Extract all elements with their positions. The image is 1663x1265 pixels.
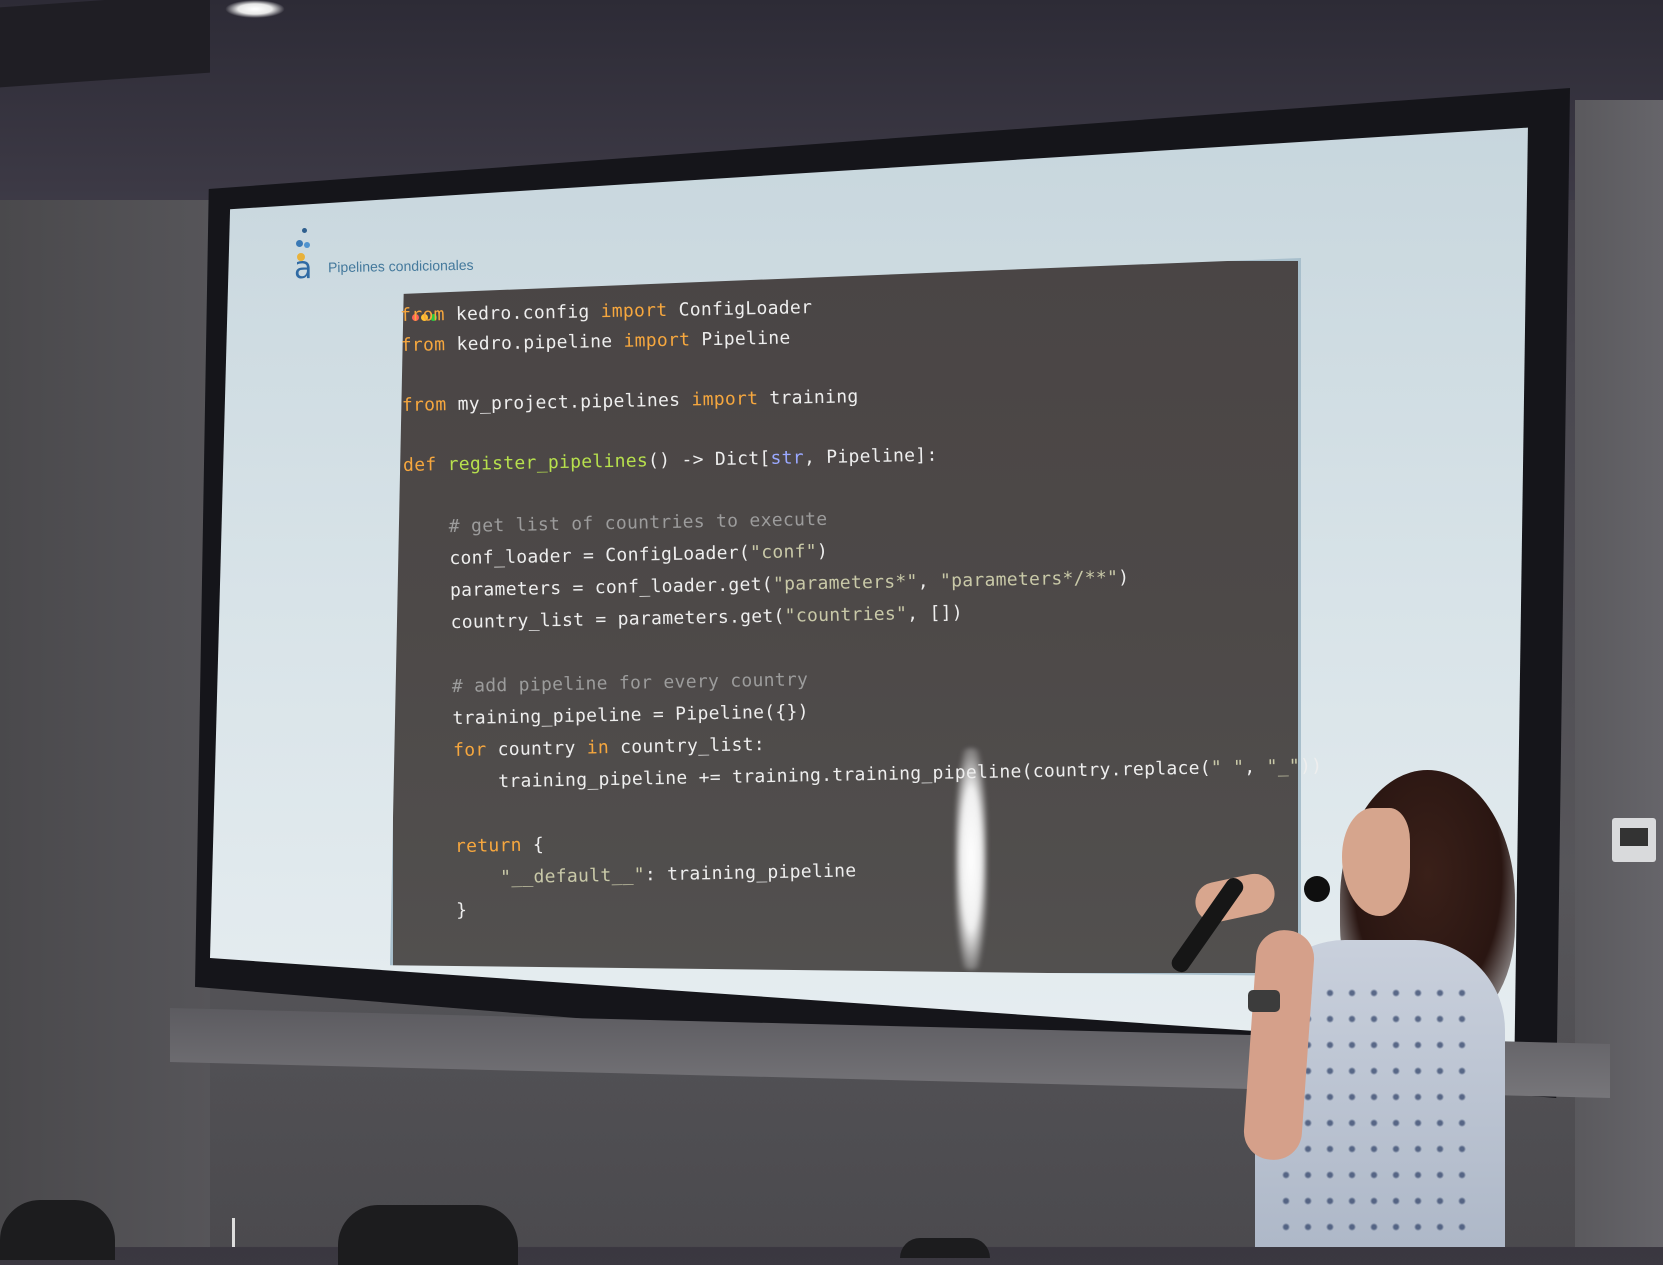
audience-chair [338, 1205, 518, 1265]
thermostat-screen [1620, 828, 1648, 846]
projector-glare [955, 748, 987, 970]
floor-post [232, 1218, 235, 1247]
slide-logo: a [290, 228, 320, 284]
smartwatch [1248, 990, 1280, 1012]
microphone-head [1304, 876, 1330, 902]
code-line: return { [454, 834, 545, 858]
ceiling-light [225, 0, 285, 18]
logo-dot [302, 228, 307, 233]
logo-dot [296, 240, 303, 247]
logo-dot [304, 242, 310, 248]
wall-thermostat [1612, 818, 1656, 862]
audience-chair [900, 1238, 990, 1258]
left-wall [0, 200, 210, 1247]
code-line: } [411, 899, 468, 922]
ceiling-projector-housing [0, 0, 210, 88]
slide-title: Pipelines condicionales [327, 256, 474, 276]
audience-chair [0, 1200, 115, 1260]
logo-letter: a [294, 251, 313, 286]
